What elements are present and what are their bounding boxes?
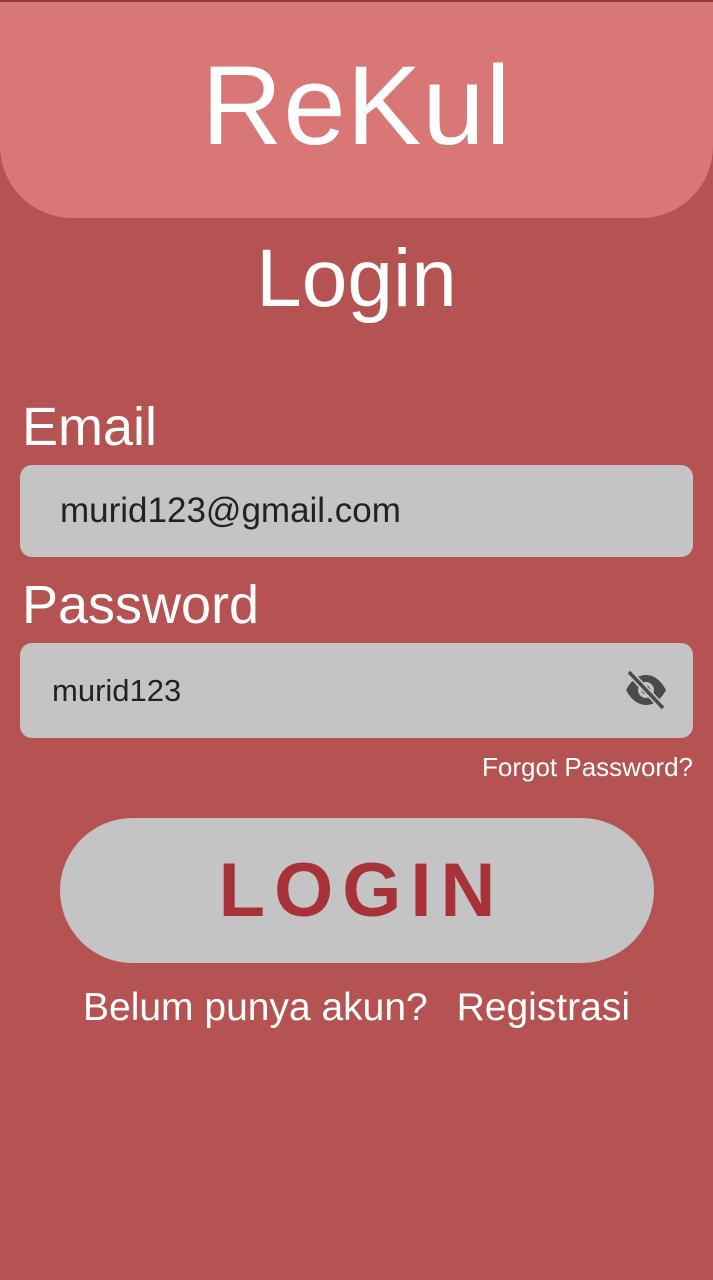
register-row: Belum punya akun? Registrasi bbox=[0, 986, 713, 1030]
password-label: Password bbox=[22, 575, 260, 635]
login-button[interactable]: LOGIN bbox=[60, 818, 654, 963]
register-link[interactable]: Registrasi bbox=[457, 986, 630, 1030]
eye-off-icon[interactable] bbox=[623, 669, 669, 711]
app-title: ReKul bbox=[201, 42, 512, 168]
password-value: murid123 bbox=[52, 672, 182, 708]
email-field[interactable]: murid123@gmail.com bbox=[20, 465, 693, 557]
email-label: Email bbox=[22, 397, 158, 457]
login-button-label: LOGIN bbox=[218, 848, 505, 933]
email-value: murid123@gmail.com bbox=[60, 491, 401, 530]
login-screen: ReKul Login Email murid123@gmail.com Pas… bbox=[0, 0, 713, 1280]
register-prompt: Belum punya akun? bbox=[83, 986, 428, 1029]
page-title: Login bbox=[256, 233, 457, 324]
app-header: ReKul bbox=[0, 2, 713, 218]
forgot-password-link[interactable]: Forgot Password? bbox=[482, 752, 693, 783]
password-field[interactable]: murid123 bbox=[20, 643, 693, 738]
